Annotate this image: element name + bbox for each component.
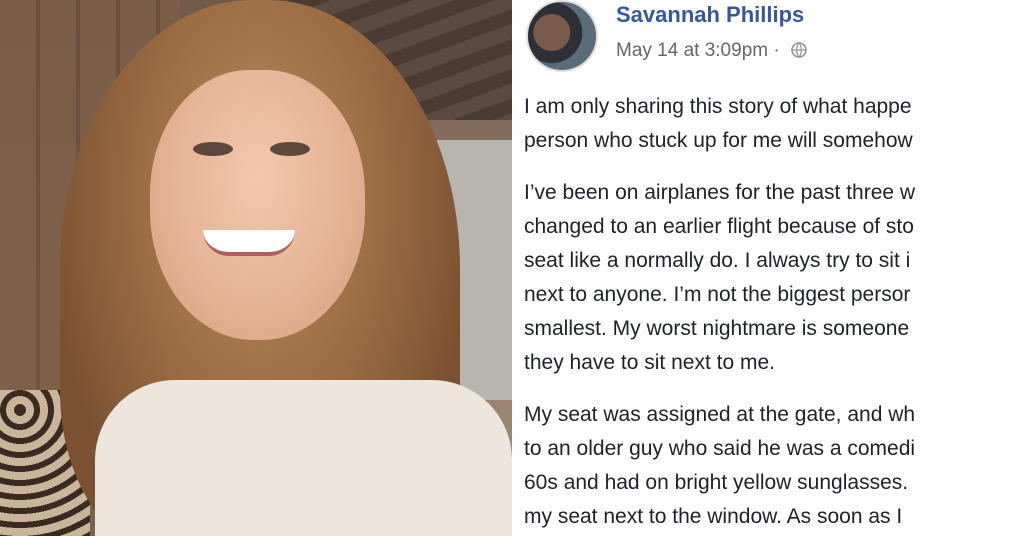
post-paragraph-2: I’ve been on airplanes for the past thre… — [524, 176, 1024, 380]
text-line: I’ve been on airplanes for the past thre… — [524, 181, 916, 204]
post-meta: May 14 at 3:09pm · — [616, 40, 807, 64]
right-eye — [270, 142, 310, 156]
text-line: My seat was assigned at the gate, and wh — [524, 403, 916, 426]
author-name-link[interactable]: Savannah Phillips — [616, 2, 804, 28]
text-line: my seat next to the window. As soon as I — [524, 505, 903, 528]
text-line: they have to sit next to me. — [524, 351, 775, 374]
text-line: I am only sharing this story of what hap… — [524, 95, 912, 118]
post-paragraph-3: My seat was assigned at the gate, and wh… — [524, 398, 1024, 534]
text-line: next to anyone. I’m not the biggest pers… — [524, 283, 911, 306]
text-line: changed to an earlier flight because of … — [524, 215, 914, 238]
text-line: 60s and had on bright yellow sunglasses. — [524, 471, 909, 494]
post-paragraph-1: I am only sharing this story of what hap… — [524, 90, 1024, 158]
profile-photo — [0, 0, 512, 536]
post-timestamp[interactable]: May 14 at 3:09pm — [616, 40, 768, 61]
text-line: to an older guy who said he was a comedi — [524, 437, 916, 460]
shirt — [95, 380, 512, 536]
face — [150, 70, 365, 340]
globe-icon[interactable] — [791, 42, 807, 64]
text-line: person who stuck up for me will somehow — [524, 129, 913, 152]
meta-separator: · — [773, 40, 780, 61]
left-eye — [193, 142, 233, 156]
text-line: smallest. My worst nightmare is someone — [524, 317, 910, 340]
author-avatar[interactable] — [526, 0, 598, 72]
text-line: seat like a normally do. I always try to… — [524, 249, 911, 272]
smile — [203, 230, 295, 256]
facebook-post: Savannah Phillips May 14 at 3:09pm · I a… — [512, 0, 1024, 536]
